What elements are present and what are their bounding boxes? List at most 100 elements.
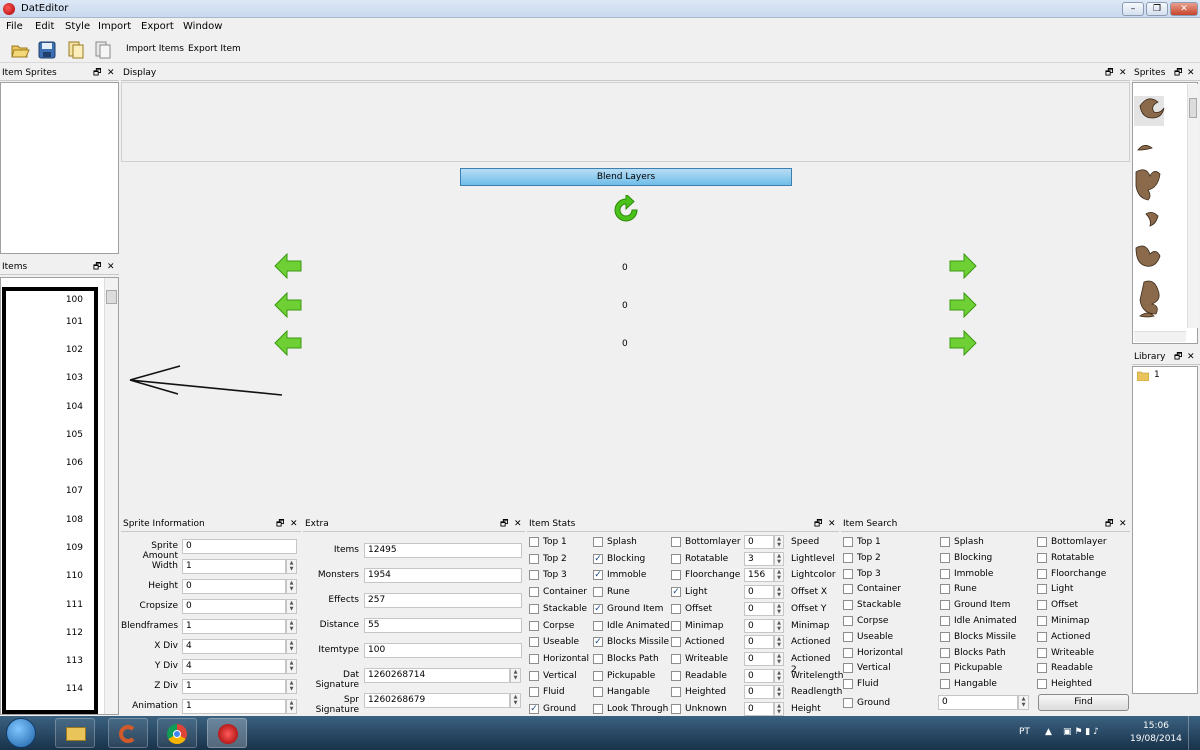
menu-export[interactable]: Export [141,20,174,34]
export-item-button[interactable]: Export Item [188,44,241,54]
checkbox[interactable] [671,687,681,698]
spinner-arrows-icon[interactable]: ▲ ▼ [286,579,297,594]
list-item[interactable]: 100 [6,295,93,305]
minimize-button[interactable]: – [1122,2,1144,16]
list-item[interactable]: 111 [6,600,93,610]
menu-window[interactable]: Window [183,20,222,34]
checkbox[interactable] [671,670,681,681]
search-checkbox[interactable] [1037,537,1047,547]
checkbox[interactable]: ✓ [671,587,681,598]
find-button[interactable]: Find [1038,694,1129,711]
spinner-arrows-icon[interactable]: ▲ ▼ [510,668,521,683]
checkbox[interactable] [671,620,681,631]
import-items-button[interactable]: Import Items [126,44,184,54]
refresh-icon[interactable] [611,195,641,225]
number-field[interactable]: 1 [182,699,286,714]
number-field[interactable]: 1260268714 [364,668,510,683]
search-checkbox[interactable] [843,631,853,642]
number-field[interactable]: 0 [744,635,774,650]
items-scrollbar[interactable] [104,278,118,714]
number-field[interactable]: 1 [182,559,286,574]
search-checkbox[interactable] [940,537,950,547]
search-checkbox[interactable] [940,663,950,674]
spinner-arrows-icon[interactable]: ▲ ▼ [286,559,297,574]
search-checkbox[interactable] [843,663,853,674]
search-checkbox[interactable] [940,600,950,611]
search-checkbox[interactable] [843,537,853,547]
checkbox[interactable] [529,553,539,564]
number-field[interactable]: 0 [744,618,774,633]
number-field[interactable]: 1954 [364,568,522,583]
spinner-arrows-icon[interactable]: ▲ ▼ [774,601,784,616]
checkbox[interactable]: ✓ [529,704,539,714]
float-icon[interactable]: 🗗 [1174,66,1182,80]
arrow-left-icon[interactable] [274,253,302,279]
search-checkbox[interactable] [843,552,853,563]
number-field[interactable]: 12495 [364,543,522,558]
checkbox[interactable] [671,653,681,664]
arrow-right-icon[interactable] [949,330,977,356]
spinner-arrows-icon[interactable]: ▲ ▼ [774,618,784,633]
search-checkbox[interactable] [843,647,853,658]
checkbox[interactable] [593,687,603,698]
arrow-right-icon[interactable] [949,253,977,279]
close-icon[interactable]: ✕ [514,517,522,531]
number-field[interactable]: 0 [744,685,774,700]
close-icon[interactable]: ✕ [107,66,115,80]
checkbox[interactable] [529,587,539,598]
list-item[interactable]: 114 [6,684,93,694]
float-icon[interactable]: 🗗 [276,517,284,531]
tray-icons[interactable]: ▣ ⚑ ▮ ♪ [1063,727,1099,737]
list-item[interactable]: 113 [6,656,93,666]
list-item[interactable]: 105 [6,430,93,440]
checkbox[interactable]: ✓ [593,637,603,648]
checkbox[interactable] [529,653,539,664]
search-checkbox[interactable] [940,584,950,595]
open-folder-icon[interactable] [10,40,30,60]
checkbox[interactable] [671,704,681,714]
checkbox[interactable] [593,587,603,598]
search-checkbox[interactable] [1037,647,1047,658]
start-button[interactable] [6,718,36,748]
checkbox[interactable] [593,704,603,714]
search-checkbox[interactable] [843,679,853,690]
taskbar-explorer[interactable] [55,718,95,748]
search-checkbox[interactable] [1037,552,1047,563]
blend-layers-button[interactable]: Blend Layers [460,168,792,186]
number-field[interactable]: 0 [744,702,774,716]
search-checkbox[interactable] [940,631,950,642]
spinner-arrows-icon[interactable]: ▲ ▼ [774,568,784,583]
search-checkbox[interactable] [843,698,853,708]
number-field[interactable]: 4 [182,639,286,654]
sprites-hscrollbar[interactable] [1134,331,1186,342]
spinner-arrows-icon[interactable]: ▲ ▼ [774,668,784,683]
clock-time[interactable]: 15:06 [1143,721,1169,731]
checkbox[interactable] [529,620,539,631]
checkbox[interactable] [671,603,681,614]
number-field[interactable]: 3 [744,551,774,566]
number-field[interactable]: 0 [744,601,774,616]
menu-file[interactable]: File [6,20,23,34]
number-field[interactable]: 0 [744,535,774,549]
checkbox[interactable]: ✓ [593,603,603,614]
tray-expand-icon[interactable]: ▲ [1045,727,1052,737]
list-item[interactable]: 108 [6,515,93,525]
search-checkbox[interactable] [843,616,853,626]
number-field[interactable]: 1 [182,679,286,694]
number-field[interactable]: 100 [364,643,522,658]
checkbox[interactable] [671,570,681,581]
search-checkbox[interactable] [1037,568,1047,579]
clock-date[interactable]: 19/08/2014 [1130,734,1182,744]
close-icon[interactable]: ✕ [1119,66,1127,80]
search-checkbox[interactable] [843,600,853,611]
checkbox[interactable] [529,670,539,681]
number-field[interactable]: 0 [182,579,286,594]
language-indicator[interactable]: PT [1019,727,1030,737]
close-icon[interactable]: ✕ [828,517,836,531]
checkbox[interactable] [529,570,539,581]
folder-icon[interactable] [1137,370,1149,381]
search-checkbox[interactable] [1037,679,1047,690]
spinner-arrows-icon[interactable]: ▲ ▼ [286,639,297,654]
checkbox[interactable] [671,537,681,547]
arrow-right-icon[interactable] [949,292,977,318]
